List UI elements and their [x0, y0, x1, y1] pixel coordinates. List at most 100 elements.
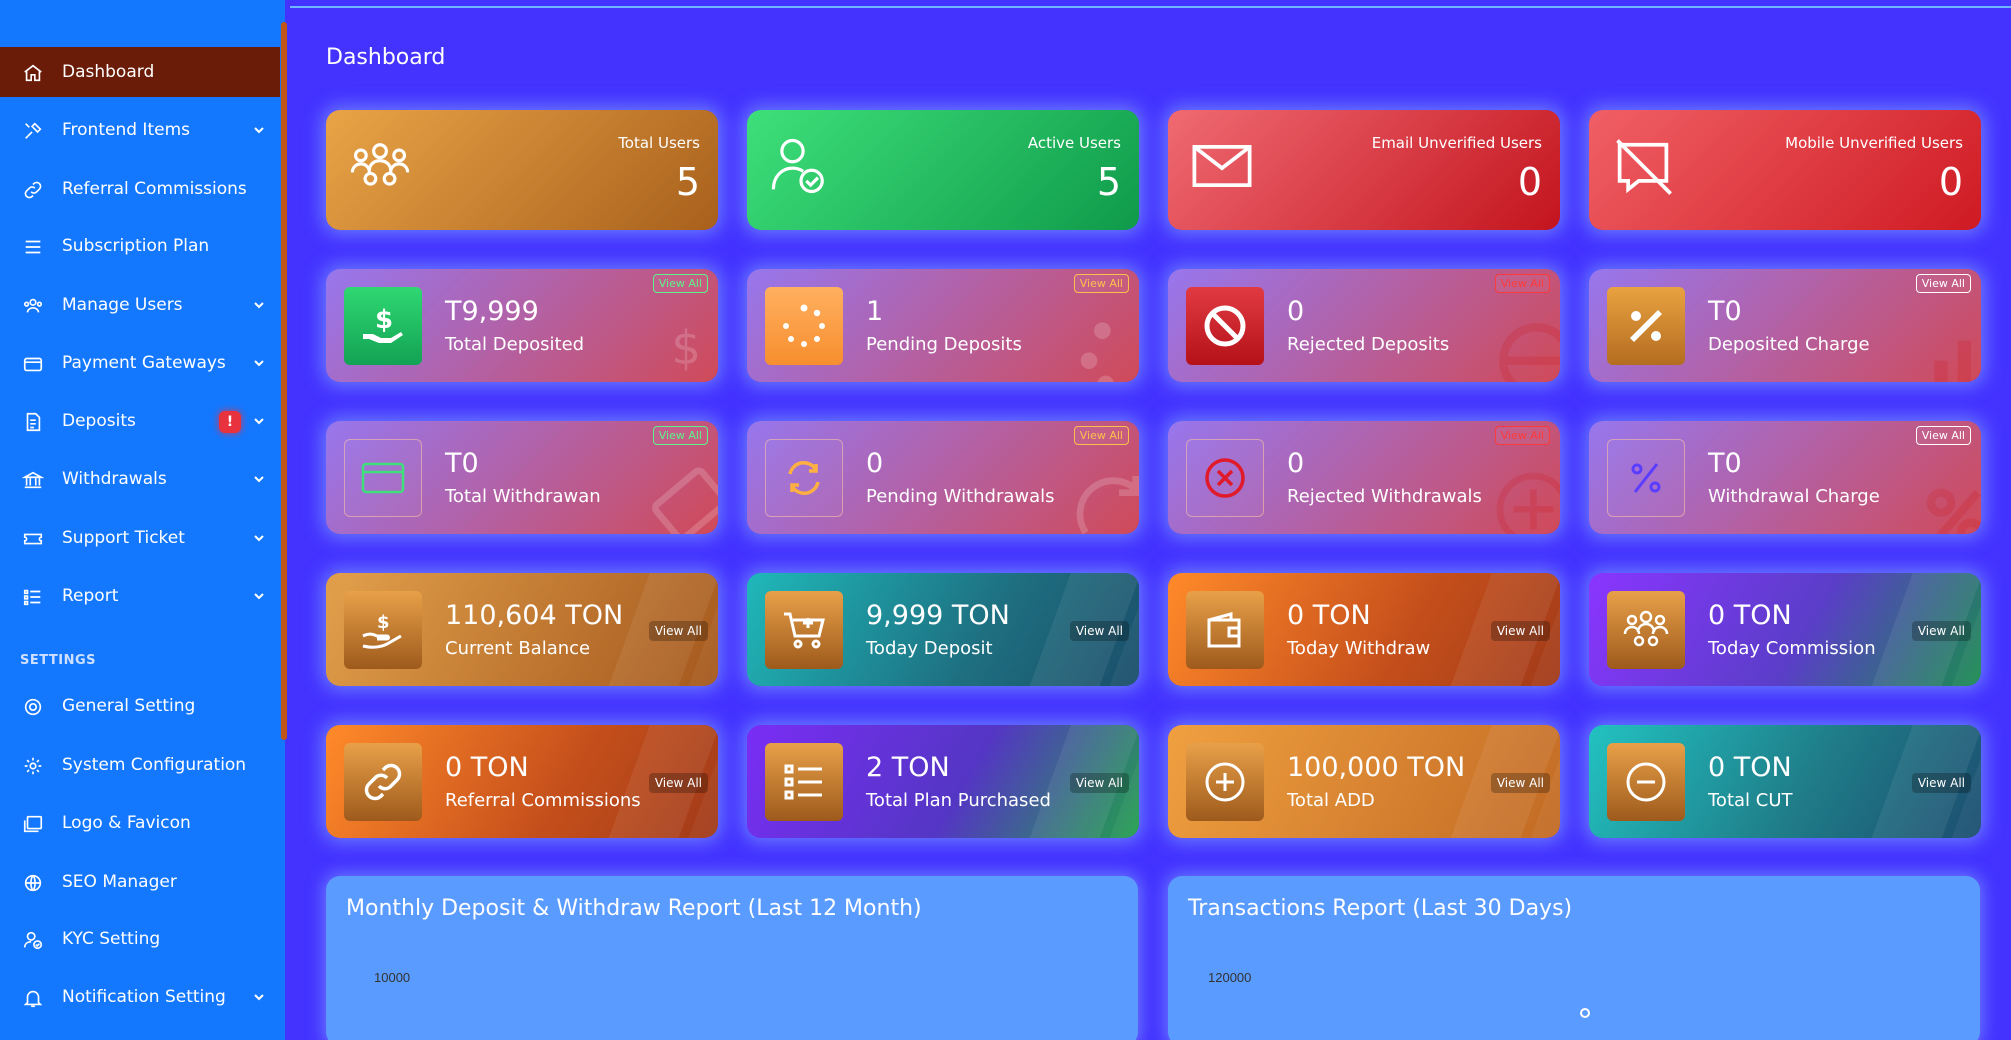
- sidebar-item-system-configuration[interactable]: System Configuration: [0, 740, 280, 790]
- stat-card-current-balance[interactable]: $ 110,604 TON Current Balance View All: [326, 573, 718, 686]
- top-divider: [290, 6, 2011, 8]
- view-all-link[interactable]: View All: [652, 426, 708, 445]
- stat-label: Today Deposit: [866, 638, 993, 659]
- stat-card-today-deposit[interactable]: 9,999 TON Today Deposit View All: [747, 573, 1139, 686]
- stat-label: Total Deposited: [445, 334, 585, 355]
- stat-card-mobile-unverified[interactable]: Mobile Unverified Users 0: [1589, 110, 1981, 230]
- stat-label: Email Unverified Users: [1371, 134, 1542, 152]
- sidebar-item-frontend-items[interactable]: Frontend Items: [0, 105, 280, 155]
- view-all-button[interactable]: View All: [648, 621, 708, 641]
- stat-card-total-withdrawan[interactable]: T0 Total Withdrawan View All: [326, 421, 718, 534]
- ticket-icon: [23, 533, 43, 545]
- stat-card-pending-withdrawals[interactable]: 0 Pending Withdrawals View All: [747, 421, 1139, 534]
- view-all-link[interactable]: View All: [1073, 274, 1129, 293]
- chevron-down-icon: [254, 302, 264, 309]
- view-all-link[interactable]: View All: [1073, 426, 1129, 445]
- bell-icon: [23, 990, 43, 1008]
- stat-card-rejected-deposits[interactable]: 0 Rejected Deposits View All: [1168, 269, 1560, 382]
- sidebar-item-label: Subscription Plan: [62, 236, 210, 256]
- stat-value: 0: [1287, 296, 1305, 327]
- view-all-button[interactable]: View All: [1490, 773, 1550, 793]
- stat-card-today-commission[interactable]: 0 TON Today Commission View All: [1589, 573, 1981, 686]
- sidebar-item-label: General Setting: [62, 696, 196, 716]
- monthly-report-panel: Monthly Deposit & Withdraw Report (Last …: [326, 876, 1138, 1040]
- view-all-link[interactable]: View All: [652, 274, 708, 293]
- stat-value: 5: [1096, 160, 1121, 204]
- stat-card-total-users[interactable]: Total Users 5: [326, 110, 718, 230]
- sidebar-item-payment-gateways[interactable]: Payment Gateways: [0, 338, 280, 388]
- stat-card-total-add[interactable]: 100,000 TON Total ADD View All: [1168, 725, 1560, 838]
- view-all-link[interactable]: View All: [1494, 274, 1550, 293]
- stat-value: 9,999 TON: [866, 600, 1010, 631]
- home-icon: [24, 64, 42, 82]
- view-all-link[interactable]: View All: [1915, 426, 1971, 445]
- view-all-link[interactable]: View All: [1915, 274, 1971, 293]
- stat-card-active-users[interactable]: Active Users 5: [747, 110, 1139, 230]
- sidebar-item-label: KYC Setting: [62, 929, 161, 949]
- view-all-link[interactable]: View All: [1494, 426, 1550, 445]
- stat-card-referral-commissions[interactable]: 0 TON Referral Commissions View All: [326, 725, 718, 838]
- sidebar-item-label: Dashboard: [62, 62, 155, 82]
- chart-data-point[interactable]: [1578, 1006, 1592, 1020]
- stat-value: 2 TON: [866, 752, 950, 783]
- stat-card-deposited-charge[interactable]: T0 Deposited Charge View All: [1589, 269, 1981, 382]
- user-check-icon: [23, 931, 43, 950]
- icon-box: [1186, 591, 1264, 669]
- sidebar-item-deposits[interactable]: Deposits !: [0, 396, 280, 446]
- stat-label: Total ADD: [1287, 790, 1375, 811]
- chevron-down-icon: [254, 127, 264, 134]
- view-all-button[interactable]: View All: [1069, 621, 1129, 641]
- sidebar-item-withdrawals[interactable]: Withdrawals: [0, 454, 280, 504]
- stat-card-total-deposited[interactable]: $ T9,999 Total Deposited View All $: [326, 269, 718, 382]
- stat-value: 5: [675, 160, 700, 204]
- stat-card-email-unverified[interactable]: Email Unverified Users 0: [1168, 110, 1560, 230]
- ban-icon: [1499, 323, 1560, 382]
- icon-box: [1186, 287, 1264, 365]
- stat-label: Rejected Deposits: [1287, 334, 1450, 355]
- sidebar-item-notification-setting[interactable]: Notification Setting: [0, 972, 280, 1022]
- stat-card-pending-deposits[interactable]: 1 Pending Deposits View All: [747, 269, 1139, 382]
- stat-card-withdrawal-charge[interactable]: T0 Withdrawal Charge View All: [1589, 421, 1981, 534]
- sidebar-item-label: Notification Setting: [62, 987, 226, 1007]
- view-all-button[interactable]: View All: [648, 773, 708, 793]
- sidebar-item-label: Support Ticket: [62, 528, 185, 548]
- minus-circle-icon: [1626, 762, 1666, 802]
- user-check-icon: [771, 138, 824, 194]
- sidebar-item-dashboard[interactable]: Dashboard: [0, 47, 280, 97]
- spinner-icon: [783, 304, 825, 347]
- stat-value: 110,604 TON: [445, 600, 624, 631]
- sidebar-item-referral-commissions[interactable]: Referral Commissions: [0, 164, 280, 214]
- stat-label: Active Users: [1027, 134, 1121, 152]
- sidebar-item-general-setting[interactable]: General Setting: [0, 681, 280, 731]
- chevron-down-icon: [254, 418, 264, 425]
- tools-icon: [25, 122, 42, 139]
- images-icon: [23, 815, 43, 833]
- stat-value: T0: [445, 448, 479, 479]
- view-all-button[interactable]: View All: [1911, 621, 1971, 641]
- view-all-button[interactable]: View All: [1490, 621, 1550, 641]
- stat-label: Total Users: [618, 134, 700, 152]
- stat-value: 0: [1287, 448, 1305, 479]
- stat-card-total-cut[interactable]: 0 TON Total CUT View All: [1589, 725, 1981, 838]
- sidebar-item-kyc-setting[interactable]: KYC Setting: [0, 914, 280, 964]
- stat-card-total-plan-purchased[interactable]: 2 TON Total Plan Purchased View All: [747, 725, 1139, 838]
- sidebar-item-subscription-plan[interactable]: Subscription Plan: [0, 221, 280, 271]
- view-all-button[interactable]: View All: [1911, 773, 1971, 793]
- sidebar-item-seo-manager[interactable]: SEO Manager: [0, 857, 280, 907]
- stat-value: 0 TON: [1708, 752, 1792, 783]
- sidebar-item-label: Manage Users: [62, 295, 183, 315]
- receipt-icon: [26, 412, 41, 432]
- stat-card-rejected-withdrawals[interactable]: 0 Rejected Withdrawals View All: [1168, 421, 1560, 534]
- sidebar-item-report[interactable]: Report: [0, 571, 280, 621]
- icon-box: [1607, 591, 1685, 669]
- icon-box: [765, 439, 843, 517]
- sidebar-item-support-ticket[interactable]: Support Ticket: [0, 513, 280, 563]
- stat-value: T9,999: [445, 296, 539, 327]
- stat-card-today-withdraw[interactable]: 0 TON Today Withdraw View All: [1168, 573, 1560, 686]
- menu-icon: [25, 240, 41, 254]
- users-group-icon: [1623, 610, 1669, 647]
- sidebar-item-logo-favicon[interactable]: Logo & Favicon: [0, 798, 280, 848]
- view-all-button[interactable]: View All: [1069, 773, 1129, 793]
- sidebar-scrollbar[interactable]: [281, 22, 287, 740]
- sidebar-item-manage-users[interactable]: Manage Users: [0, 280, 280, 330]
